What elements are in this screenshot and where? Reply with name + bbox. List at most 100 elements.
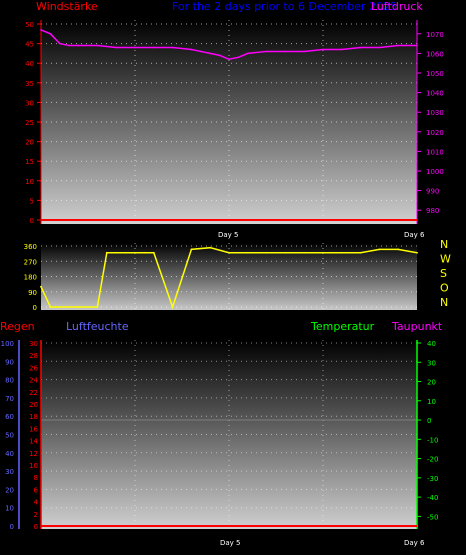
direction-point [96, 306, 99, 308]
pressure-tick-label: 1000 [426, 168, 444, 176]
direction-tick-label: 90 [28, 289, 37, 297]
pressure-tick-label: 980 [426, 207, 439, 215]
pressure-point [247, 52, 249, 55]
wind-tick-label: 30 [25, 99, 34, 107]
humidity-tick-label: 10 [5, 505, 14, 513]
pressure-point [115, 46, 117, 49]
pressure-tick-label: 1070 [426, 31, 444, 39]
temp-tick-label: 30 [427, 359, 436, 367]
direction-point [303, 251, 306, 254]
temp-tick-label: -50 [427, 513, 438, 521]
direction-point [68, 306, 71, 308]
direction-point [40, 285, 42, 288]
compass-labels: NWSON [440, 238, 451, 309]
pressure-point [359, 46, 362, 49]
pressure-tick-label: 1020 [426, 129, 444, 137]
direction-point [152, 251, 155, 254]
rain-tick-label: 26 [29, 364, 38, 372]
rain-axis: 024681012141618202224262830 [29, 340, 42, 531]
pressure-point [40, 29, 42, 31]
humidity-tick-label: 40 [5, 450, 14, 458]
direction-point [284, 251, 287, 254]
humidity-tick-label: 80 [5, 377, 14, 385]
temp-tick-label: 20 [427, 379, 436, 387]
pressure-tick-label: 1050 [426, 70, 444, 78]
temp-tick-label: -40 [427, 494, 438, 502]
temp-tick-label: 0 [427, 417, 431, 425]
pressure-point [378, 46, 381, 49]
rain-tick-label: 18 [29, 413, 38, 421]
pressure-tick-label: 1010 [426, 148, 444, 156]
wind-tick-label: 5 [30, 197, 34, 205]
direction-point [359, 251, 362, 254]
pressure-point [49, 33, 52, 35]
humidity-tick-label: 20 [5, 486, 14, 494]
rain-tick-label: 2 [34, 511, 38, 519]
direction-point [228, 251, 230, 254]
direction-point [397, 248, 400, 251]
direction-point [265, 251, 268, 254]
direction-point [209, 246, 212, 249]
rain-tick-label: 0 [34, 523, 38, 531]
direction-point [134, 251, 136, 254]
direction-point [143, 251, 146, 254]
pressure-tick-label: 990 [426, 188, 439, 196]
pressure-tick-label: 1030 [426, 109, 444, 117]
humidity-tick-label: 30 [5, 468, 14, 476]
wind-tick-label: 50 [25, 21, 34, 29]
pressure-tick-label: 1060 [426, 50, 444, 58]
pressure-axis: 980 990 1000 1010 1020 1030 1040 1050 1060 1070 [417, 31, 444, 215]
pressure-point [59, 42, 61, 45]
pressure-point [237, 56, 240, 59]
direction-point [340, 251, 343, 254]
direction-tick-label: 270 [24, 258, 37, 266]
rain-tick-label: 20 [29, 401, 38, 409]
compass-letter: N [440, 296, 448, 309]
rain-tick-label: 8 [34, 474, 38, 482]
wind-tick-label: 35 [25, 80, 34, 88]
wind-axis: 0 5 10 15 20 25 30 35 40 45 50 [25, 21, 41, 225]
direction-tick-label: 360 [24, 243, 37, 251]
temperatur-label: Temperatur [310, 320, 375, 333]
temp-tick-label: -30 [427, 475, 438, 483]
direction-point [246, 251, 249, 254]
rain-tick-label: 22 [29, 389, 38, 397]
direction-axis: 0 90 180 270 360 [24, 243, 37, 312]
direction-point [190, 248, 193, 251]
pressure-point [153, 46, 155, 49]
direction-point [105, 251, 108, 254]
x-tick-day5-bottom: Day 5 [220, 539, 241, 547]
wind-tick-label: 45 [25, 41, 34, 49]
temp-tick-label: 40 [427, 340, 436, 348]
center-title: For the 2 days prior to 6 December 2025 [172, 0, 397, 13]
pressure-point [265, 50, 268, 53]
temp-tick-label: 10 [427, 398, 436, 406]
pressure-tick-label: 1040 [426, 90, 444, 98]
direction-point [124, 251, 127, 254]
pressure-point [397, 44, 400, 47]
direction-point [115, 251, 118, 254]
compass-letter: O [440, 282, 449, 295]
wind-tick-label: 25 [25, 119, 34, 127]
rain-tick-label: 28 [29, 352, 38, 360]
x-tick-day5: Day 5 [218, 231, 239, 239]
direction-point [49, 306, 52, 308]
pressure-point [96, 44, 99, 47]
direction-point [77, 306, 80, 308]
temp-tick-label: -10 [427, 436, 438, 444]
x-tick-day6-bottom: Day 6 [404, 539, 425, 547]
humidity-tick-label: 50 [5, 432, 14, 440]
pressure-point [341, 48, 343, 51]
rain-tick-label: 16 [29, 425, 38, 433]
direction-point [322, 251, 324, 254]
pressure-point [134, 46, 136, 49]
luftfeuchte-label: Luftfeuchte [66, 320, 129, 333]
pressure-point [416, 44, 418, 47]
pressure-point [218, 54, 221, 57]
direction-point [58, 306, 61, 308]
wind-tick-label: 40 [25, 60, 34, 68]
compass-letter: S [440, 267, 447, 280]
wind-tick-label: 15 [25, 158, 34, 166]
humidity-tick-label: 100 [1, 340, 14, 348]
pressure-point [284, 50, 287, 53]
